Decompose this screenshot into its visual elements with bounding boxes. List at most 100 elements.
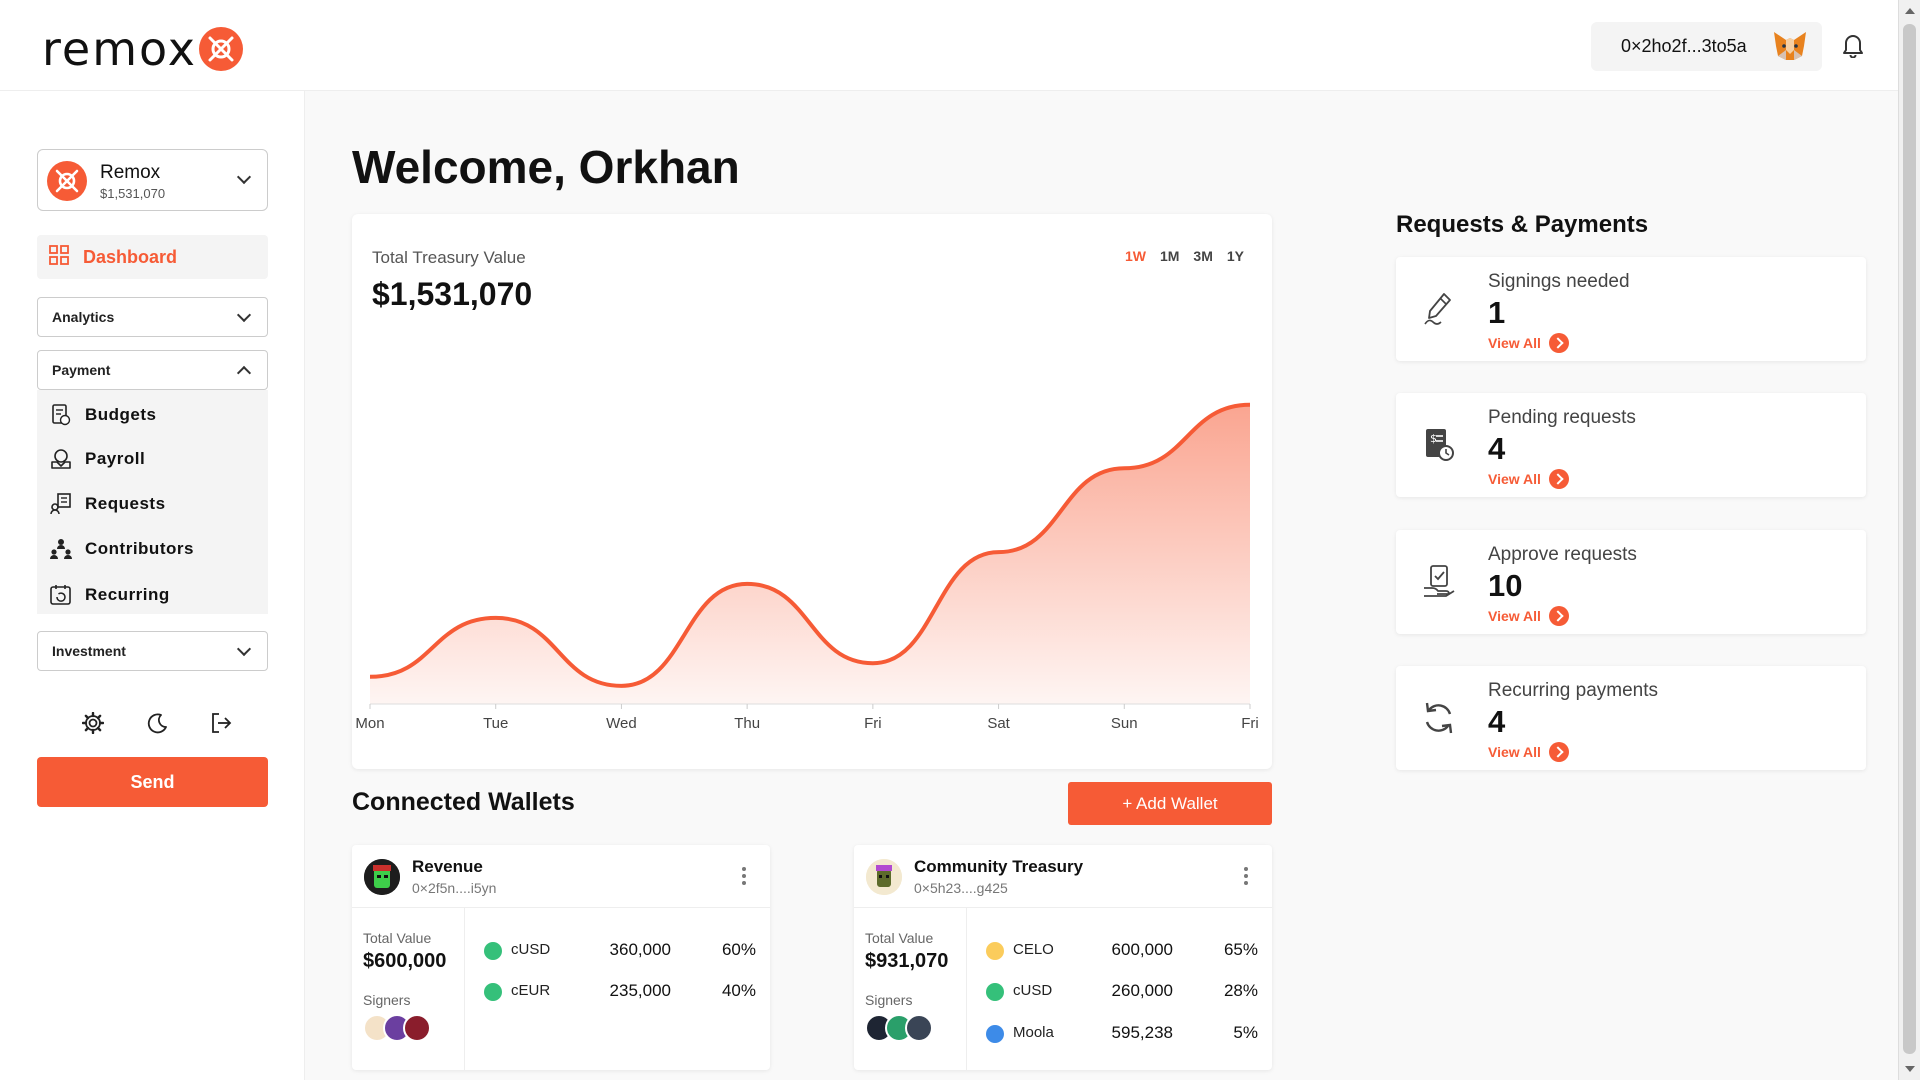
x-tick-label: Fri — [1241, 715, 1259, 732]
chart-point-7 — [1247, 402, 1253, 408]
card-count: 4 — [1488, 704, 1506, 739]
celo-token-icon — [986, 942, 1004, 960]
more-options-icon[interactable] — [742, 867, 746, 888]
chart-point-1 — [493, 615, 499, 621]
avatar — [905, 1014, 933, 1042]
pen-icon — [1422, 291, 1456, 332]
sidebar-item-label: Payroll — [85, 449, 146, 468]
view-all-link[interactable]: View All — [1488, 606, 1569, 626]
send-button[interactable]: Send — [37, 757, 268, 807]
card-approve-requests: Approve requests 10 View All — [1396, 530, 1866, 634]
wallet-address: 0×2f5n....i5yn — [412, 880, 497, 896]
budget-icon — [50, 404, 72, 426]
sidebar-item-label: Requests — [85, 494, 166, 513]
token-row: cUSD 260,000 28% — [986, 979, 1258, 1003]
x-tick-label: Thu — [734, 715, 760, 732]
wallet-address: 0×5h23....g425 — [914, 880, 1008, 896]
cusd-token-icon — [484, 942, 502, 960]
sidebar-dropdown-investment[interactable]: Investment — [37, 631, 268, 671]
chart-point-2 — [618, 683, 624, 689]
wallet-avatar — [866, 859, 902, 895]
sidebar-dropdown-payment[interactable]: Payment — [37, 350, 268, 390]
remox-logo[interactable]: remox — [42, 22, 243, 76]
x-tick-label: Fri — [864, 715, 882, 732]
arrow-right-icon — [1548, 333, 1569, 353]
token-row: Moola 595,238 5% — [986, 1021, 1258, 1045]
sidebar-item-recurring[interactable]: Recurring — [50, 581, 170, 609]
svg-text:$: $ — [1430, 432, 1437, 445]
signers-avatars — [363, 1014, 431, 1042]
token-percent: 40% — [721, 981, 756, 1000]
x-tick-label: Tue — [483, 715, 508, 732]
token-percent: 28% — [1223, 981, 1258, 1000]
scroll-thumb[interactable] — [1903, 24, 1916, 1054]
token-amount: 595,238 — [1111, 1023, 1173, 1042]
wallet-card-revenue: Revenue 0×2f5n....i5yn Total Value $600,… — [352, 845, 770, 1070]
top-bar: remox 0×2ho2f...3to5a — [0, 0, 1898, 91]
avatar — [403, 1014, 431, 1042]
chevron-down-icon — [236, 169, 252, 185]
x-tick-label: Sat — [987, 715, 1010, 732]
account-value: $1,531,070 — [100, 186, 166, 201]
wallet-header: Community Treasury 0×5h23....g425 — [854, 845, 1272, 908]
card-label: Signings needed — [1488, 271, 1630, 292]
arrow-right-icon — [1548, 606, 1569, 626]
view-all-link[interactable]: View All — [1488, 469, 1569, 489]
requests-payments-title: Requests & Payments — [1396, 211, 1649, 238]
chart-point-3 — [744, 581, 750, 587]
settings-gear-icon[interactable] — [81, 711, 105, 739]
sidebar-dropdown-analytics[interactable]: Analytics — [37, 297, 268, 337]
token-amount: 600,000 — [1111, 940, 1173, 959]
wallet-header: Revenue 0×2f5n....i5yn — [352, 845, 770, 908]
total-value-label: Total Value — [363, 930, 432, 946]
token-name: cUSD — [1013, 982, 1053, 999]
logout-icon[interactable] — [210, 712, 232, 739]
card-pending-requests: $ Pending requests 4 View All — [1396, 393, 1866, 497]
sidebar-item-label: Recurring — [85, 585, 170, 604]
chevron-down-icon — [236, 307, 252, 323]
view-all-label: View All — [1488, 744, 1541, 760]
token-amount: 235,000 — [609, 981, 671, 1000]
sidebar-item-requests[interactable]: Requests — [50, 490, 166, 518]
sidebar-tools — [81, 711, 232, 739]
dropdown-label: Investment — [52, 643, 126, 659]
cusd-token-icon — [986, 983, 1004, 1001]
sidebar-item-label: Dashboard — [83, 246, 178, 267]
dropdown-label: Payment — [52, 362, 111, 378]
treasury-chart-card: Total Treasury Value $1,531,070 1W 1M 3M… — [352, 214, 1272, 769]
sidebar-item-payroll[interactable]: Payroll — [50, 445, 145, 473]
sidebar-item-budgets[interactable]: Budgets — [50, 401, 157, 429]
total-value: $931,070 — [865, 950, 949, 972]
view-all-label: View All — [1488, 608, 1541, 624]
token-name: Moola — [1013, 1024, 1054, 1041]
token-name: CELO — [1013, 941, 1054, 958]
chevron-down-icon — [236, 641, 252, 657]
wallet-name: Community Treasury — [914, 857, 1084, 876]
view-all-link[interactable]: View All — [1488, 333, 1569, 353]
account-selector[interactable]: Remox $1,531,070 — [37, 149, 268, 211]
card-count: 10 — [1488, 568, 1523, 603]
dark-mode-moon-icon[interactable] — [146, 712, 168, 739]
signers-avatars — [865, 1014, 933, 1042]
sidebar-item-label: Budgets — [85, 405, 157, 424]
sidebar-item-contributors[interactable]: Contributors — [50, 535, 194, 563]
add-wallet-button[interactable]: + Add Wallet — [1068, 782, 1272, 825]
token-amount: 360,000 — [609, 940, 671, 959]
payroll-icon — [50, 448, 72, 470]
page-scrollbar[interactable] — [1898, 0, 1920, 1080]
card-label: Approve requests — [1488, 544, 1637, 565]
chevron-up-icon — [236, 365, 252, 381]
hand-check-icon — [1422, 564, 1456, 605]
wallet-name: Revenue — [412, 857, 483, 876]
treasury-area-chart: Mon Tue Wed Thu Fri Sat Sun Fri — [355, 402, 1259, 732]
more-options-icon[interactable] — [1244, 867, 1248, 888]
view-all-link[interactable]: View All — [1488, 742, 1569, 762]
notification-bell-icon[interactable] — [1842, 32, 1864, 63]
scroll-down-arrow-icon[interactable] — [1905, 1066, 1915, 1072]
token-row: CELO 600,000 65% — [986, 938, 1258, 962]
signers-label: Signers — [363, 992, 411, 1008]
wallet-address: 0×2ho2f...3to5a — [1621, 36, 1747, 56]
sidebar-item-dashboard[interactable]: Dashboard — [37, 235, 268, 279]
wallet-address-pill[interactable]: 0×2ho2f...3to5a — [1591, 22, 1822, 71]
scroll-up-arrow-icon[interactable] — [1905, 8, 1915, 14]
